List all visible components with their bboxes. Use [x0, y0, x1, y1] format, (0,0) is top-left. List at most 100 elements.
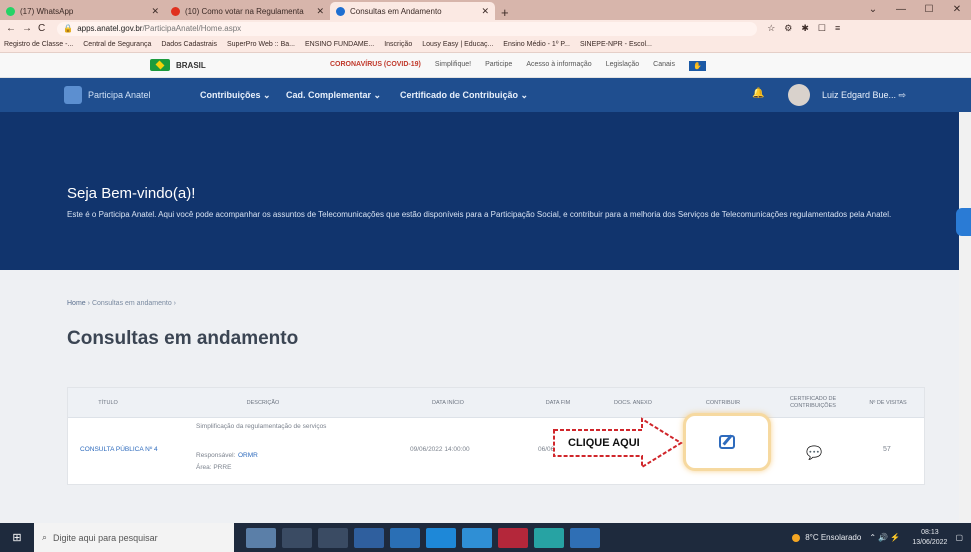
responsavel-label: Responsável: [196, 452, 236, 459]
bookmark-item[interactable]: ENSINO FUNDAME... [305, 41, 374, 48]
anatel-logo-icon[interactable] [64, 86, 82, 104]
store-icon[interactable] [390, 527, 420, 548]
gov-link-canais[interactable]: Canais [653, 61, 675, 71]
taskbar-apps [246, 527, 606, 548]
breadcrumb: Home › Consultas em andamento › [67, 300, 176, 307]
column-header: TÍTULO [98, 399, 118, 406]
accessibility-side-button[interactable] [956, 208, 971, 236]
menu-certificado[interactable]: Certificado de Contribuição ⌄ [400, 90, 528, 101]
search-icon: ⌕ [42, 532, 48, 542]
bookmark-item[interactable]: Dados Cadastrais [161, 41, 217, 48]
tab-youtube[interactable]: (10) Como votar na Regulamenta ✕ [165, 2, 330, 20]
window-controls: ⌄ — ☐ ✕ [859, 0, 971, 20]
lock-icon[interactable]: 🔒 [63, 24, 73, 33]
bell-icon[interactable]: 🔔 [752, 88, 764, 99]
breadcrumb-separator: › [87, 300, 90, 307]
app-icon[interactable] [534, 527, 564, 548]
avatar[interactable] [788, 84, 810, 106]
consultas-table: TÍTULO DESCRIÇÃO DATA INÍCIO DATA FIM DO… [67, 387, 925, 485]
bookmark-item[interactable]: Lousy Easy | Educaç... [422, 41, 493, 48]
nav-buttons[interactable]: ←→C [6, 23, 51, 34]
gov-link-legislacao[interactable]: Legislação [606, 61, 639, 71]
bookmark-item[interactable]: SINEPE-NPR - Escol... [580, 41, 652, 48]
tab-search-icon[interactable]: ⌄ [859, 0, 887, 20]
close-window-button[interactable]: ✕ [943, 0, 971, 20]
browser-toolbar-icons[interactable]: ☆⚙✱☐≡ [767, 23, 849, 34]
breadcrumb-home[interactable]: Home [67, 300, 86, 307]
calendar-icon[interactable] [462, 527, 492, 548]
bookmark-item[interactable]: SuperPro Web :: Ba... [227, 41, 295, 48]
welcome-text: Este é o Participa Anatel. Aqui você pod… [67, 210, 892, 219]
user-name[interactable]: Luiz Edgard Bue... ⇨ [822, 90, 906, 101]
gov-link-participe[interactable]: Participe [485, 61, 512, 71]
column-header: CERTIFICADO DE CONTRIBUIÇÕES [789, 396, 837, 409]
consulta-title-link[interactable]: CONSULTA PÚBLICA Nº 4 [80, 446, 158, 453]
visit-count: 57 [883, 446, 891, 453]
url-host: apps.anatel.gov.br [77, 24, 143, 33]
column-header: DESCRIÇÃO [246, 399, 280, 406]
maximize-button[interactable]: ☐ [915, 0, 943, 20]
contribuir-button[interactable] [683, 413, 771, 471]
url-path: /ParticipaAnatel/Home.aspx [142, 24, 242, 33]
weather-text[interactable]: 8°C Ensolarado [805, 533, 861, 542]
app-icon[interactable] [498, 527, 528, 548]
task-view-icon[interactable] [282, 527, 312, 548]
data-inicio: 09/06/2022 14:00:00 [410, 446, 470, 453]
gov-bar: BRASIL CORONAVÍRUS (COVID-19) Simplifiqu… [0, 53, 971, 78]
breadcrumb-current: Consultas em andamento [91, 300, 172, 307]
widgets-icon[interactable] [318, 527, 348, 548]
brand-name[interactable]: Participa Anatel [88, 90, 151, 100]
whatsapp-icon [6, 6, 15, 16]
close-icon[interactable]: ✕ [316, 6, 324, 17]
notification-icon[interactable]: ▢ [955, 533, 963, 542]
menu-contribuicoes[interactable]: Contribuições ⌄ [200, 90, 271, 101]
tab-title: (17) WhatsApp [20, 6, 74, 16]
windows-start-icon[interactable]: ⊞ [0, 523, 34, 552]
tab-whatsapp[interactable]: (17) WhatsApp ✕ [0, 2, 165, 20]
system-tray: 8°C Ensolarado ⌃ 🔊 ⚡ 08:13 13/06/2022 ▢ [792, 523, 963, 552]
gov-link-acesso[interactable]: Acesso à informação [526, 61, 591, 71]
search-placeholder: Digite aqui para pesquisar [53, 532, 158, 543]
bookmark-item[interactable]: Central de Segurança [83, 41, 151, 48]
explorer-icon[interactable] [354, 527, 384, 548]
welcome-title: Seja Bem-vindo(a)! [67, 185, 196, 202]
close-icon[interactable]: ✕ [151, 6, 159, 17]
gov-link-covid[interactable]: CORONAVÍRUS (COVID-19) [330, 61, 421, 71]
bookmarks-bar: Registro de Classe -... Central de Segur… [0, 37, 971, 53]
browser-tab-strip: (17) WhatsApp ✕ (10) Como votar na Regul… [0, 0, 971, 20]
youtube-icon [171, 6, 180, 16]
weather-icon [792, 533, 801, 542]
description-text: Simplificação da regulamentação de servi… [196, 423, 327, 430]
tray-icons[interactable]: ⌃ 🔊 ⚡ [869, 533, 900, 542]
vlibras-icon[interactable]: ✋ [688, 61, 706, 71]
clock-date: 13/06/2022 [912, 538, 948, 546]
anatel-icon [336, 6, 345, 16]
bookmark-item[interactable]: Inscrição [384, 41, 412, 48]
new-tab-button[interactable]: + [501, 5, 509, 20]
app-icon[interactable] [570, 527, 600, 548]
responsavel-value[interactable]: ORMR [238, 452, 258, 459]
tab-title: (10) Como votar na Regulamenta [185, 6, 304, 16]
url-input[interactable]: 🔒 apps.anatel.gov.br /ParticipaAnatel/Ho… [57, 21, 758, 36]
gov-links: CORONAVÍRUS (COVID-19) Simplifique! Part… [330, 61, 720, 71]
clock[interactable]: 08:13 13/06/2022 [912, 528, 947, 548]
page-scrollbar[interactable] [959, 112, 971, 522]
brazil-flag-icon [150, 59, 170, 71]
column-header: DATA FIM [545, 399, 571, 406]
gov-brasil-logo[interactable]: BRASIL [150, 59, 206, 71]
bookmark-item[interactable]: Ensino Médio - 1º P... [503, 41, 570, 48]
address-bar-row: ←→C 🔒 apps.anatel.gov.br /ParticipaAnate… [0, 20, 971, 37]
gov-link-simplifique[interactable]: Simplifique! [435, 61, 471, 71]
tab-consultas[interactable]: Consultas em Andamento ✕ [330, 2, 495, 20]
area-text: Área: PRRE [196, 464, 232, 471]
chat-icon[interactable]: 💬 [806, 445, 822, 461]
taskbar-search-input[interactable]: ⌕ Digite aqui para pesquisar [34, 523, 234, 552]
edge-icon[interactable] [426, 527, 456, 548]
minimize-button[interactable]: — [887, 0, 915, 20]
bookmark-item[interactable]: Registro de Classe -... [4, 41, 73, 48]
main-navbar: Participa Anatel Contribuições ⌄ Cad. Co… [0, 78, 971, 112]
close-icon[interactable]: ✕ [481, 6, 489, 17]
app-icon[interactable] [246, 527, 276, 548]
menu-cad-complementar[interactable]: Cad. Complementar ⌄ [286, 90, 381, 101]
table-header: TÍTULO DESCRIÇÃO DATA INÍCIO DATA FIM DO… [68, 388, 924, 418]
